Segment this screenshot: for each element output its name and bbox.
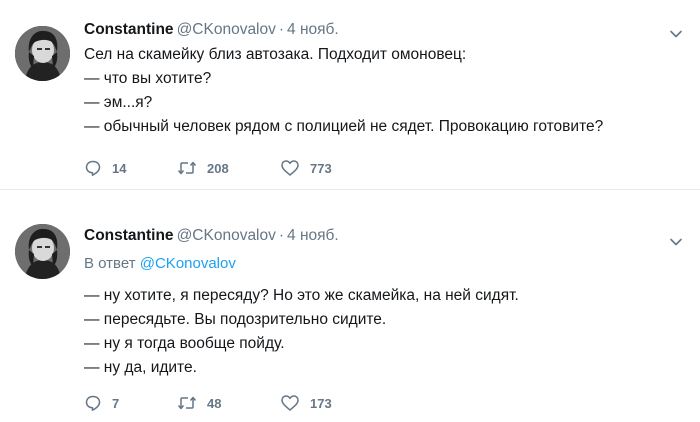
chevron-down-icon[interactable] [669,235,683,249]
avatar-photo [15,224,70,279]
tweet-text: Сел на скамейку близ автозака. Подходит … [84,43,603,139]
author-handle[interactable]: @CKonovalov [177,227,276,244]
retweet-button[interactable]: 208 [177,157,229,179]
tweet-header: Constantine @CKonovalov · 4 нояб. [84,226,339,246]
like-button[interactable]: 773 [280,157,332,179]
avatar[interactable] [15,26,70,81]
separator-dot: · [278,227,285,244]
author-handle[interactable]: @CKonovalov [177,21,276,38]
chevron-down-icon[interactable] [669,27,683,41]
reply-context: В ответ @CKonovalov [84,254,236,274]
like-count: 773 [310,160,332,176]
tweet-text: — ну хотите, я пересяду? Но это же скаме… [84,284,519,380]
tweet-line: — ну я тогда вообще пойду. [84,335,285,352]
tweet-line: — обычный человек рядом с полицией не ся… [84,118,604,135]
tweet-line: — пересядьте. Вы подозрительно сидите. [84,311,387,328]
retweet-count: 48 [207,395,222,411]
like-button[interactable]: 173 [280,392,332,414]
reply-button[interactable]: 7 [84,392,119,414]
heart-icon [281,160,299,176]
tweet-line: — ну хотите, я пересяду? Но это же скаме… [84,287,519,304]
like-count: 173 [310,395,332,411]
avatar-photo [15,26,70,81]
tweet-2[interactable]: Constantine @CKonovalov · 4 нояб. В ответ @… [0,189,700,422]
tweet-line: — эм...я? [84,94,153,111]
reply-prefix: В ответ [84,255,136,272]
tweet-line: Сел на скамейку близ автозака. Подходит … [84,46,467,63]
reply-count: 7 [112,395,120,411]
author-name[interactable]: Constantine [84,21,174,38]
reply-mention-link[interactable]: @CKonovalov [140,255,236,272]
tweet-date[interactable]: 4 нояб. [287,227,339,244]
tweet-1[interactable]: Constantine @CKonovalov · 4 нояб. Сел на ск… [0,0,700,189]
reply-bubble-icon [85,160,101,176]
reply-bubble-icon [85,395,101,411]
reply-button[interactable]: 14 [84,157,126,179]
retweet-count: 208 [207,160,229,176]
heart-icon [281,395,299,411]
author-name[interactable]: Constantine [84,227,174,244]
tweet-line: — ну да, идите. [84,359,197,376]
reply-count: 14 [112,160,127,176]
retweet-button[interactable]: 48 [177,392,221,414]
retweet-icon [177,161,197,175]
avatar[interactable] [15,224,70,279]
separator-dot: · [278,21,285,38]
tweet-header: Constantine @CKonovalov · 4 нояб. [84,20,339,40]
tweet-date[interactable]: 4 нояб. [287,21,339,38]
retweet-icon [177,396,197,410]
tweet-line: — что вы хотите? [84,70,212,87]
